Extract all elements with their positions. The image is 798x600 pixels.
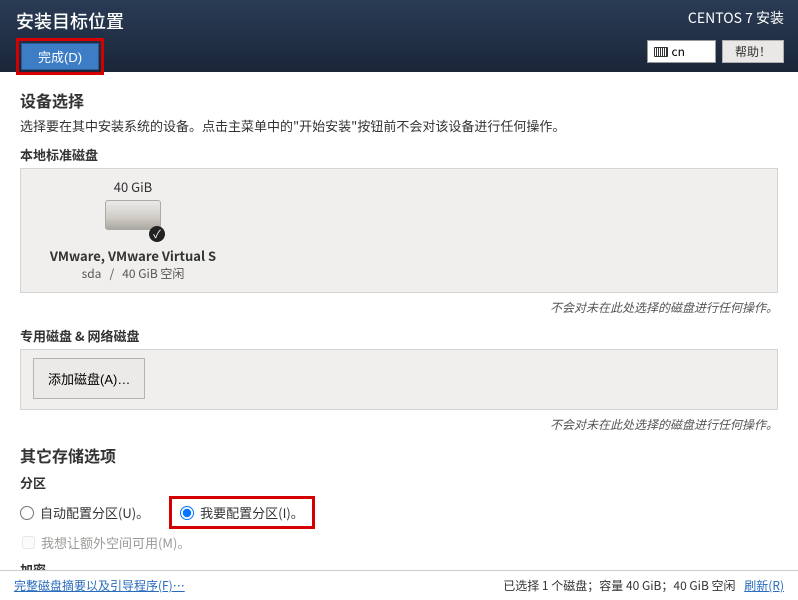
partition-radio-row: 自动配置分区(U)。 我要配置分区(I)。 xyxy=(20,496,778,529)
disk-device: sda xyxy=(82,265,102,282)
storage-options: 其它存储选项 分区 自动配置分区(U)。 我要配置分区(I)。 我想让额外空间可… xyxy=(20,443,778,579)
local-disks-title: 本地标准磁盘 xyxy=(20,145,778,164)
header-bar: 安装目标位置 完成(D) CENTOS 7 安装 cn 帮助！ xyxy=(0,0,798,72)
device-selection-desc: 选择要在其中安装系统的设备。点击主菜单中的"开始安装"按钮前不会对该设备进行任何… xyxy=(20,116,778,135)
manual-highlight: 我要配置分区(I)。 xyxy=(169,496,315,529)
local-disks-note: 不会对未在此处选择的磁盘进行任何操作。 xyxy=(20,299,778,316)
footer-status: 已选择 1 个磁盘；容量 40 GiB；40 GiB 空闲 xyxy=(503,577,735,594)
checkmark-icon: ✓ xyxy=(149,226,165,242)
local-disks-panel: 40 GiB ✓ VMware, VMware Virtual S sda / … xyxy=(20,168,778,293)
header-widgets: cn 帮助！ xyxy=(647,40,784,63)
help-button[interactable]: 帮助！ xyxy=(722,40,784,63)
disk-free: 40 GiB 空闲 xyxy=(122,265,184,282)
manual-partition-label: 我要配置分区(I)。 xyxy=(200,503,304,522)
special-disks-panel: 添加磁盘(A)… xyxy=(20,349,778,410)
extra-space-checkbox: 我想让额外空间可用(M)。 xyxy=(22,533,778,552)
disk-tile[interactable]: 40 GiB ✓ VMware, VMware Virtual S sda / … xyxy=(33,177,233,282)
hard-disk-icon: ✓ xyxy=(103,200,163,240)
extra-space-input xyxy=(22,536,35,549)
footer-right: 已选择 1 个磁盘；容量 40 GiB；40 GiB 空闲 刷新(R) xyxy=(503,577,784,594)
auto-partition-input[interactable] xyxy=(20,506,34,520)
special-disks-note: 不会对未在此处选择的磁盘进行任何操作。 xyxy=(20,416,778,433)
header-left: 安装目标位置 完成(D) xyxy=(0,0,124,72)
storage-options-title: 其它存储选项 xyxy=(20,443,778,467)
disk-size: 40 GiB xyxy=(33,177,233,196)
keyboard-label: cn xyxy=(672,43,685,60)
partition-title: 分区 xyxy=(20,473,778,492)
disk-name: VMware, VMware Virtual S xyxy=(33,246,233,265)
add-disk-button[interactable]: 添加磁盘(A)… xyxy=(33,358,145,399)
device-selection-title: 设备选择 xyxy=(20,88,778,112)
refresh-link[interactable]: 刷新(R) xyxy=(744,577,784,594)
installer-title: CENTOS 7 安装 xyxy=(647,8,784,28)
done-button[interactable]: 完成(D) xyxy=(21,43,99,70)
auto-partition-radio[interactable]: 自动配置分区(U)。 xyxy=(20,503,149,522)
done-highlight: 完成(D) xyxy=(16,38,104,75)
page-title: 安装目标位置 xyxy=(16,8,124,34)
manual-partition-radio[interactable]: 我要配置分区(I)。 xyxy=(180,503,304,522)
extra-space-label: 我想让额外空间可用(M)。 xyxy=(41,533,190,552)
auto-partition-label: 自动配置分区(U)。 xyxy=(40,503,149,522)
manual-partition-input[interactable] xyxy=(180,506,194,520)
disk-meta: sda / 40 GiB 空闲 xyxy=(33,265,233,282)
keyboard-icon xyxy=(654,47,668,57)
keyboard-indicator[interactable]: cn xyxy=(647,40,716,63)
full-disk-summary-link[interactable]: 完整磁盘摘要以及引导程序(F)… xyxy=(14,577,185,594)
footer-bar: 完整磁盘摘要以及引导程序(F)… 已选择 1 个磁盘；容量 40 GiB；40 … xyxy=(0,570,798,600)
content: 设备选择 选择要在其中安装系统的设备。点击主菜单中的"开始安装"按钮前不会对该设… xyxy=(0,72,798,579)
special-disks-title: 专用磁盘 & 网络磁盘 xyxy=(20,326,778,345)
header-right: CENTOS 7 安装 cn 帮助！ xyxy=(647,0,798,72)
